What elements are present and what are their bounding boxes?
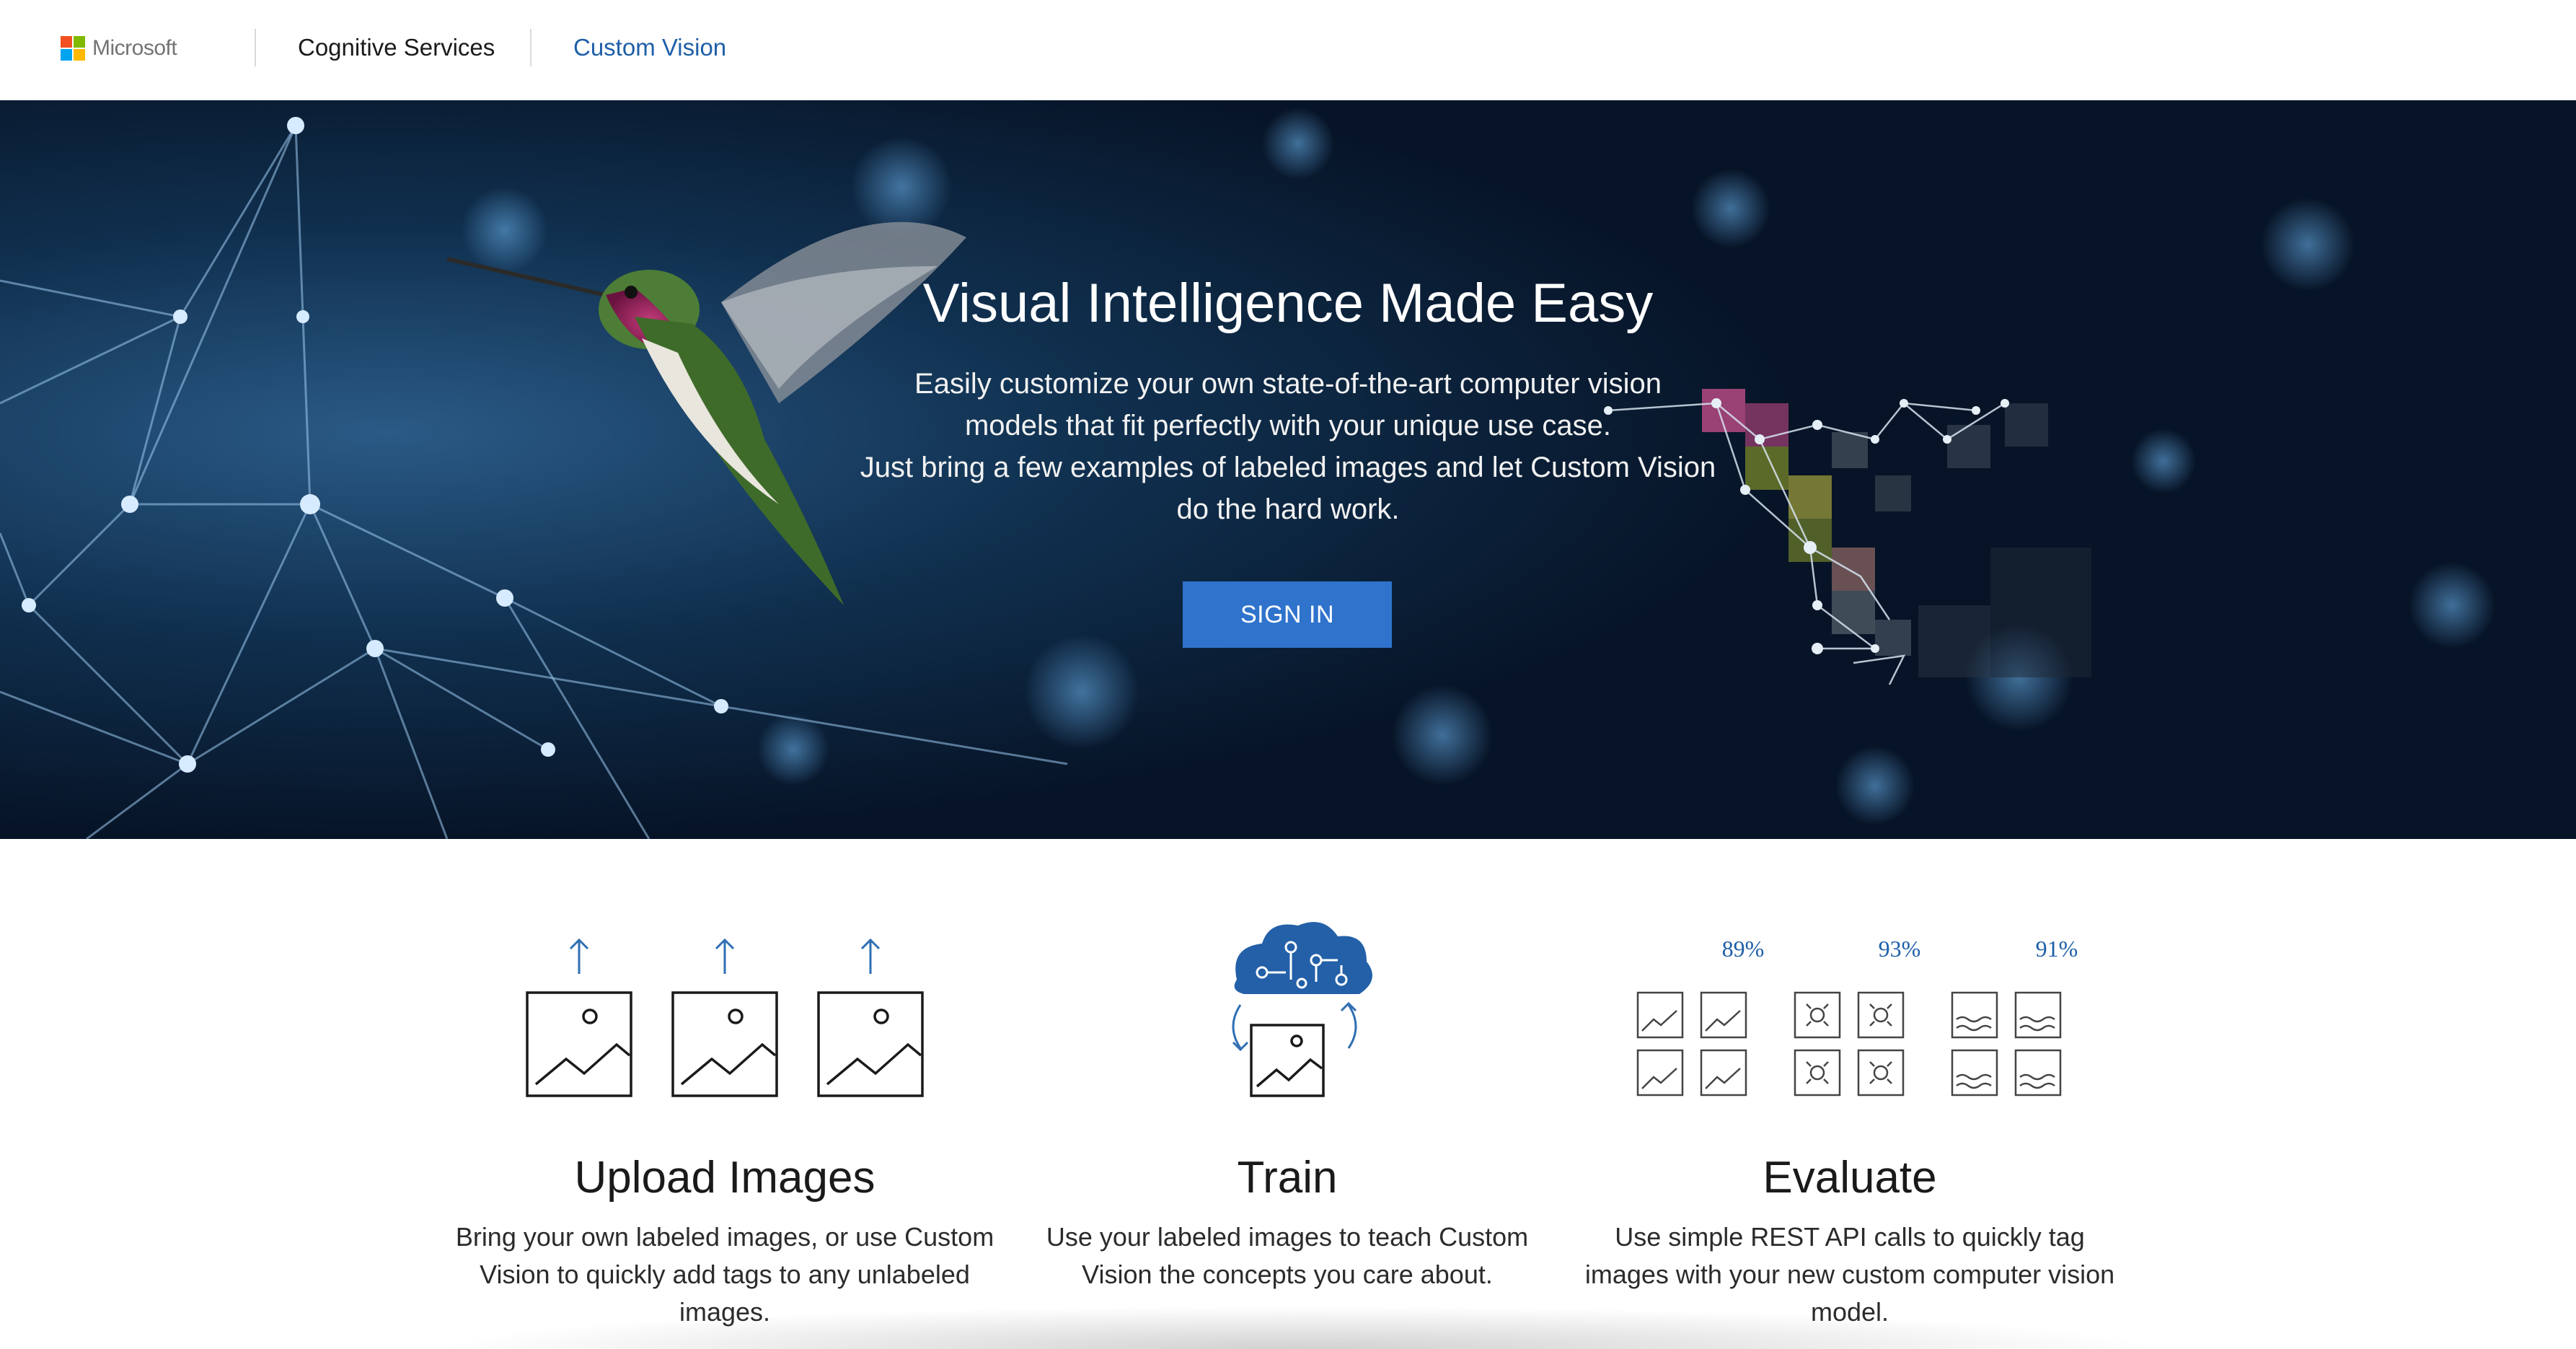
microsoft-logo[interactable]: Microsoft: [61, 36, 177, 61]
train-brain-icon: [1232, 922, 1372, 1097]
nav-link-cognitive-services[interactable]: Cognitive Services: [298, 32, 495, 63]
hero-subtitle: Easily customize your own state-of-the-a…: [855, 363, 1721, 530]
sign-in-button[interactable]: SIGN IN: [1183, 581, 1392, 648]
feature-description: Use your labeled images to teach Custom …: [1046, 1222, 1529, 1289]
bottom-shadow: [433, 1306, 2163, 1349]
upload-images-icon: [526, 938, 924, 1097]
feature-title: Train: [1237, 1153, 1338, 1203]
feature-title: Upload Images: [574, 1153, 875, 1203]
top-bar: Microsoft Cognitive Services Custom Visi…: [0, 0, 2576, 100]
evaluate-icon: [1636, 991, 2062, 1097]
feature-title: Evaluate: [1763, 1153, 1937, 1203]
nav-link-custom-vision[interactable]: Custom Vision: [573, 32, 726, 63]
microsoft-wordmark: Microsoft: [92, 36, 177, 60]
hero-subtitle-line: Just bring a few examples of labeled ima…: [860, 452, 1716, 483]
hero-title: Visual Intelligence Made Easy: [922, 273, 1654, 334]
nav-divider: [530, 29, 531, 66]
hero-subtitle-line: models that fit perfectly with your uniq…: [964, 410, 1611, 441]
nav-divider: [255, 29, 256, 66]
microsoft-logo-icon: [61, 36, 85, 61]
hero-subtitle-line: Easily customize your own state-of-the-a…: [914, 368, 1662, 400]
features-section: Upload Images Bring your own labeled ima…: [0, 839, 2576, 1337]
hero-subtitle-line: do the hard work.: [1176, 493, 1400, 525]
hero-banner: Visual Intelligence Made Easy Easily cus…: [0, 100, 2576, 839]
